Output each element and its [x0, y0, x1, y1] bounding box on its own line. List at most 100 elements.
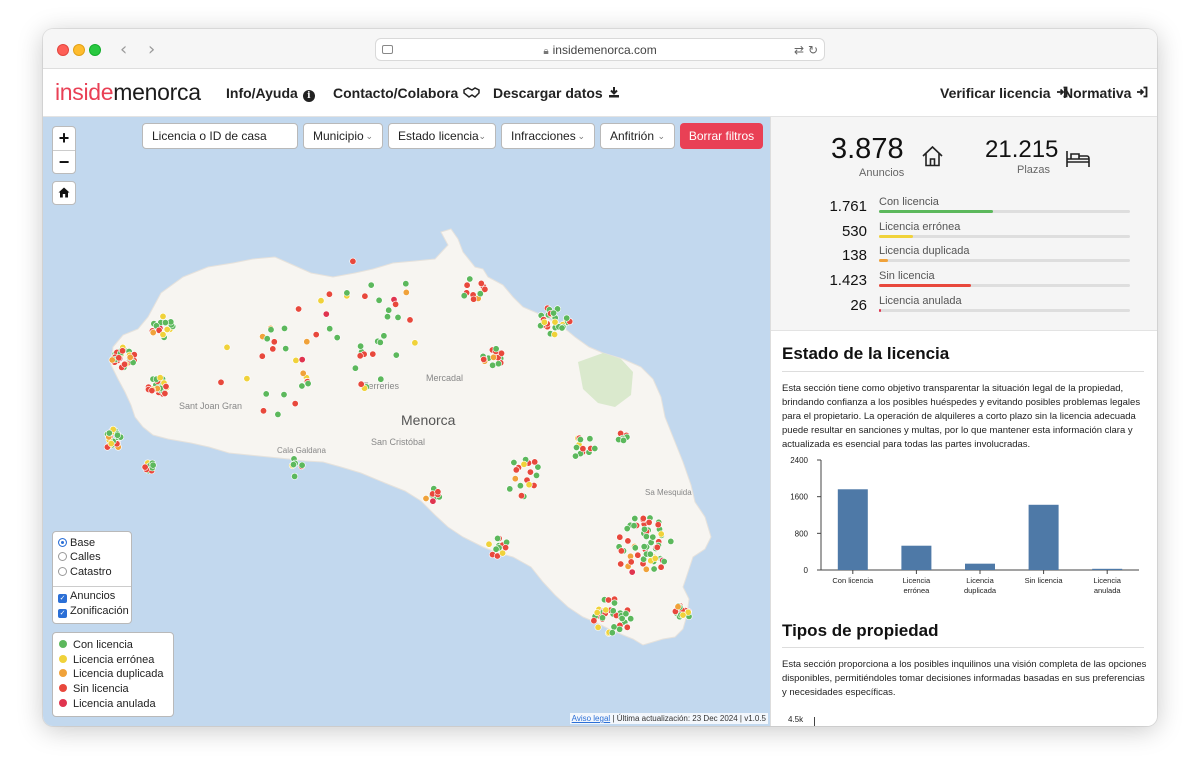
listing-marker[interactable] [520, 460, 528, 468]
listing-marker[interactable] [609, 607, 617, 615]
listing-marker[interactable] [506, 485, 514, 493]
nav-info-ayuda[interactable]: Info/Ayuda i [226, 85, 315, 102]
listing-marker[interactable] [280, 391, 288, 399]
listing-marker[interactable] [511, 475, 519, 483]
listing-marker[interactable] [258, 352, 266, 360]
listing-marker[interactable] [563, 314, 571, 322]
listing-marker[interactable] [107, 440, 115, 448]
listing-marker[interactable] [466, 275, 474, 283]
search-input[interactable]: Licencia o ID de casa [142, 123, 298, 149]
listing-marker[interactable] [325, 290, 333, 298]
listing-marker[interactable] [642, 565, 650, 573]
listing-marker[interactable] [161, 319, 169, 327]
listing-marker[interactable] [646, 550, 654, 558]
listing-marker[interactable] [525, 481, 533, 489]
listing-marker[interactable] [367, 281, 375, 289]
listing-marker[interactable] [622, 610, 630, 618]
zoom-out-button[interactable]: − [53, 150, 75, 173]
listing-marker[interactable] [282, 345, 290, 353]
listing-marker[interactable] [274, 410, 282, 418]
listing-marker[interactable] [114, 431, 122, 439]
listing-marker[interactable] [326, 325, 334, 333]
listing-marker[interactable] [159, 331, 167, 339]
listing-marker[interactable] [281, 324, 289, 332]
listing-marker[interactable] [494, 534, 502, 542]
map-view[interactable]: Menorca Ferreries Mercadal Sant Joan Gra… [43, 117, 770, 726]
listing-marker[interactable] [480, 355, 488, 363]
listing-marker[interactable] [591, 444, 599, 452]
listing-marker[interactable] [161, 389, 169, 397]
listing-marker[interactable] [260, 407, 268, 415]
listing-marker[interactable] [385, 306, 393, 314]
estado-licencia-dropdown[interactable]: Estado licencia ⌄ [388, 123, 496, 149]
checkbox-icon[interactable]: ✓ [58, 609, 67, 618]
listing-marker[interactable] [660, 557, 668, 565]
listing-marker[interactable] [262, 390, 270, 398]
listing-marker[interactable] [411, 339, 419, 347]
listing-marker[interactable] [645, 518, 653, 526]
listing-marker[interactable] [572, 443, 580, 451]
infracciones-dropdown[interactable]: Infracciones ⌄ [501, 123, 595, 149]
overlay-zonificacion[interactable]: ✓ Zonificación [58, 605, 129, 618]
listing-marker[interactable] [298, 382, 306, 390]
listing-marker[interactable] [610, 623, 618, 631]
layer-base[interactable]: Base [58, 537, 95, 550]
listing-marker[interactable] [640, 543, 648, 551]
listing-marker[interactable] [510, 458, 518, 466]
listing-marker[interactable] [679, 611, 687, 619]
listing-marker[interactable] [377, 375, 385, 383]
listing-marker[interactable] [634, 551, 642, 559]
listing-marker[interactable] [551, 331, 559, 339]
listing-marker[interactable] [649, 533, 657, 541]
radio-icon[interactable] [58, 538, 67, 547]
listing-marker[interactable] [639, 514, 647, 522]
listing-marker[interactable] [492, 545, 500, 553]
overlay-anuncios[interactable]: ✓ Anuncios [58, 590, 115, 603]
listing-marker[interactable] [463, 281, 471, 289]
listing-marker[interactable] [627, 615, 635, 623]
listing-marker[interactable] [357, 380, 365, 388]
listing-marker[interactable] [291, 472, 299, 480]
listing-marker[interactable] [434, 488, 442, 496]
listing-marker[interactable] [269, 345, 277, 353]
listing-marker[interactable] [492, 345, 500, 353]
nav-normativa[interactable]: Normativa [1063, 85, 1148, 101]
listing-marker[interactable] [667, 537, 675, 545]
listing-marker[interactable] [322, 310, 330, 318]
listing-marker[interactable] [460, 292, 468, 300]
listing-marker[interactable] [481, 285, 489, 293]
listing-marker[interactable] [531, 458, 539, 466]
listing-marker[interactable] [590, 617, 598, 625]
listing-marker[interactable] [292, 356, 300, 364]
nav-verificar-licencia[interactable]: Verificar licencia [940, 85, 1068, 101]
aviso-legal-link[interactable]: Aviso legal [572, 714, 611, 723]
listing-marker[interactable] [290, 461, 298, 469]
listing-marker[interactable] [586, 435, 594, 443]
nav-contacto[interactable]: Contacto/Colabora [333, 85, 480, 101]
listing-marker[interactable] [304, 380, 312, 388]
clear-filters-button[interactable]: Borrar filtros [680, 123, 763, 149]
listing-marker[interactable] [602, 606, 610, 614]
listing-marker[interactable] [148, 387, 156, 395]
listing-marker[interactable] [617, 560, 625, 568]
listing-marker[interactable] [576, 436, 584, 444]
maximize-window-button[interactable] [89, 44, 101, 56]
listing-marker[interactable] [489, 361, 497, 369]
listing-marker[interactable] [105, 429, 113, 437]
listing-marker[interactable] [141, 463, 149, 471]
listing-marker[interactable] [267, 326, 275, 334]
listing-marker[interactable] [392, 300, 400, 308]
nav-descargar[interactable]: Descargar datos [493, 85, 620, 101]
listing-marker[interactable] [571, 452, 579, 460]
listing-marker[interactable] [119, 347, 127, 355]
radio-icon[interactable] [58, 552, 67, 561]
home-button[interactable] [52, 181, 76, 205]
listing-marker[interactable] [502, 544, 510, 552]
listing-marker[interactable] [532, 471, 540, 479]
listing-marker[interactable] [349, 257, 357, 265]
listing-marker[interactable] [149, 329, 157, 337]
listing-marker[interactable] [654, 521, 662, 529]
zoom-in-button[interactable]: + [53, 127, 75, 150]
listing-marker[interactable] [162, 382, 170, 390]
listing-marker[interactable] [312, 331, 320, 339]
